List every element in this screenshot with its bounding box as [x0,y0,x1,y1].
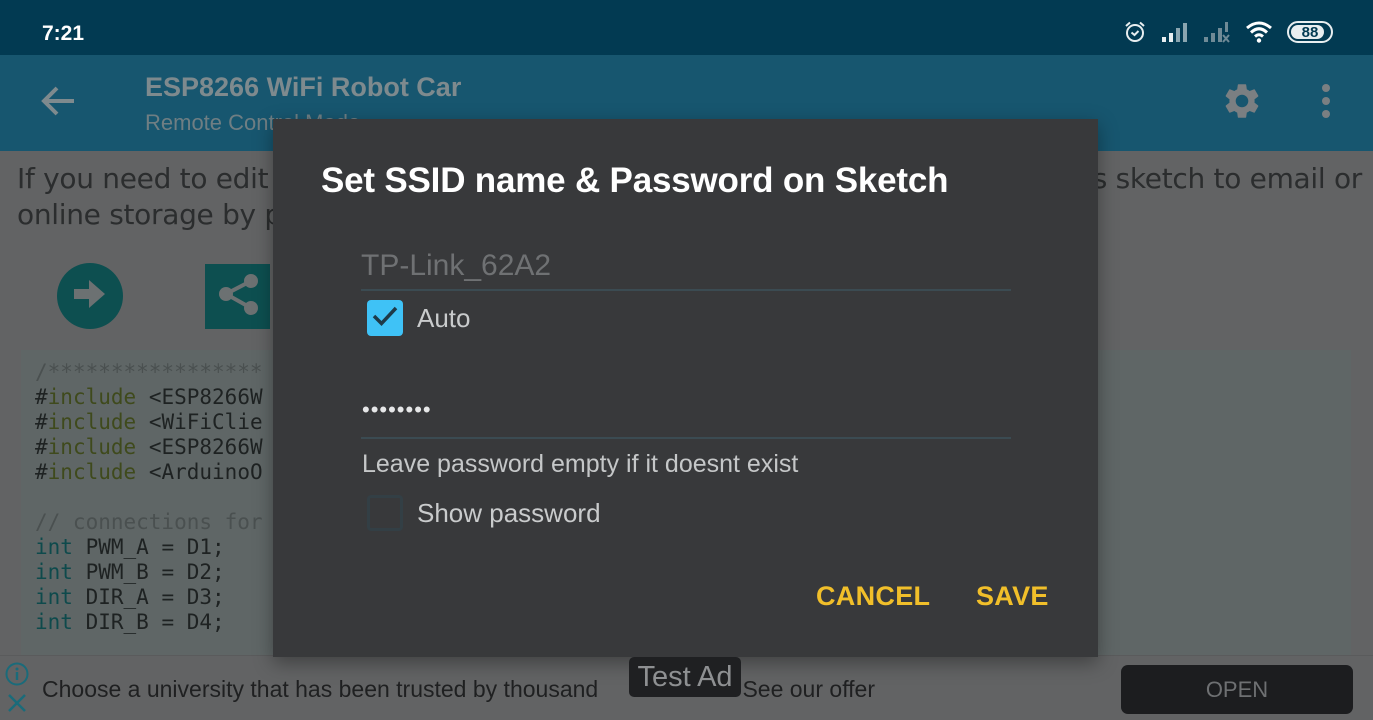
signal-icon [1161,21,1189,43]
ssid-password-dialog: Set SSID name & Password on Sketch Auto … [273,119,1098,657]
settings-button[interactable] [1218,79,1266,127]
code-text: DIR_A = D3; [72,585,225,609]
code-text: PWM_B = D2; [72,560,225,584]
code-text: <ESP8266W [136,435,263,459]
arrow-right-icon [72,277,108,316]
ad-text-left: Choose a university that has been truste… [42,676,599,702]
status-bar: 7:21 88 [0,0,1373,55]
code-keyword: int [35,585,73,609]
code-keyword: include [47,460,137,484]
auto-checkbox-row[interactable]: Auto [367,300,471,336]
more-options-button[interactable] [1310,79,1342,127]
intro-line2-left: online storage by pr [17,198,294,231]
code-text: DIR_B = D4; [72,610,225,634]
battery-icon: 88 [1287,21,1333,43]
code-keyword: include [47,410,137,434]
code-hash: # [35,460,48,484]
code-comment: // connections for [35,510,263,534]
arrow-left-icon [40,85,76,122]
password-input[interactable] [361,389,1011,439]
alarm-icon [1123,20,1147,44]
battery-level: 88 [1301,23,1319,41]
test-ad-label: Test Ad [629,657,741,697]
code-hash: # [35,435,48,459]
code-comment: /***************** [35,360,263,384]
show-password-label: Show password [417,497,601,528]
code-text: <ESP8266W [136,385,263,409]
check-icon [372,305,398,332]
wifi-icon [1245,21,1273,43]
info-icon[interactable] [5,662,29,686]
close-icon[interactable] [6,692,28,714]
code-keyword: int [35,610,73,634]
code-text: <WiFiClie [136,410,263,434]
status-time: 7:21 [42,22,85,45]
code-keyword: include [47,435,137,459]
app-title: ESP8266 WiFi Robot Car [145,72,462,102]
cancel-button[interactable]: CANCEL [816,581,930,612]
ssid-input[interactable] [361,247,1011,291]
code-hash: # [35,385,48,409]
intro-line1-right: s sketch to email or [1092,162,1363,195]
code-hash: # [35,410,48,434]
back-button[interactable] [36,81,80,125]
status-icons: 88 [1123,20,1333,44]
intro-line1-left: If you need to edit t [17,162,288,195]
share-sketch-button[interactable] [205,264,270,329]
save-button[interactable]: SAVE [976,581,1049,612]
ad-text[interactable]: Choose a university that has been truste… [42,676,875,703]
password-hint: Leave password empty if it doesnt exist [362,450,799,478]
code-keyword: int [35,560,73,584]
code-keyword: int [35,535,73,559]
dialog-title: Set SSID name & Password on Sketch [321,161,949,200]
show-password-checkbox[interactable] [367,495,403,531]
auto-checkbox[interactable] [367,300,403,336]
code-keyword: include [47,385,137,409]
code-text: <ArduinoO [136,460,263,484]
gear-icon [1221,80,1263,127]
ad-open-button[interactable]: OPEN [1121,665,1353,714]
share-icon [214,270,262,323]
signal-no-service-icon [1203,21,1231,43]
auto-label: Auto [417,302,471,333]
show-password-row[interactable]: Show password [367,495,601,531]
code-text: PWM_A = D1; [72,535,225,559]
upload-sketch-button[interactable] [57,263,123,329]
more-vertical-icon [1321,83,1331,124]
